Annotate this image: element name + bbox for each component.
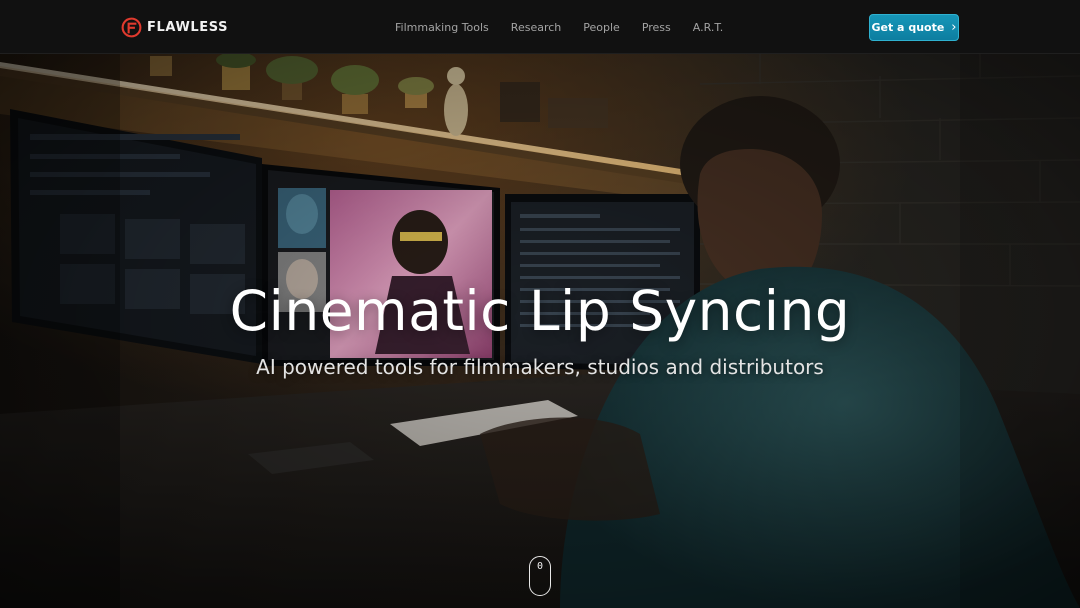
scroll-down-mouse-icon[interactable]: 0 (529, 556, 551, 596)
nav-press[interactable]: Press (642, 21, 671, 34)
hero-subtitle: AI powered tools for filmmakers, studios… (256, 355, 824, 379)
scroll-wheel: 0 (536, 561, 544, 572)
nav-people[interactable]: People (583, 21, 620, 34)
flawless-f-mark-icon (121, 17, 142, 37)
brand-name: FLAWLESS (147, 19, 229, 35)
cta-label: Get a quote (871, 21, 945, 34)
brand-logo[interactable]: FLAWLESS (121, 16, 228, 38)
nav-filmmaking-tools[interactable]: Filmmaking Tools (395, 21, 489, 34)
hero-title: Cinematic Lip Syncing (229, 279, 851, 343)
get-a-quote-button[interactable]: Get a quote › (869, 14, 959, 41)
nav-research[interactable]: Research (511, 21, 561, 34)
hero-section: Cinematic Lip Syncing AI powered tools f… (0, 54, 1080, 608)
site-header: FLAWLESS Filmmaking Tools Research Peopl… (0, 0, 1080, 54)
main-nav: Filmmaking Tools Research People Press A… (395, 19, 723, 35)
nav-art[interactable]: A.R.T. (693, 21, 724, 34)
chevron-right-icon: › (951, 20, 957, 35)
